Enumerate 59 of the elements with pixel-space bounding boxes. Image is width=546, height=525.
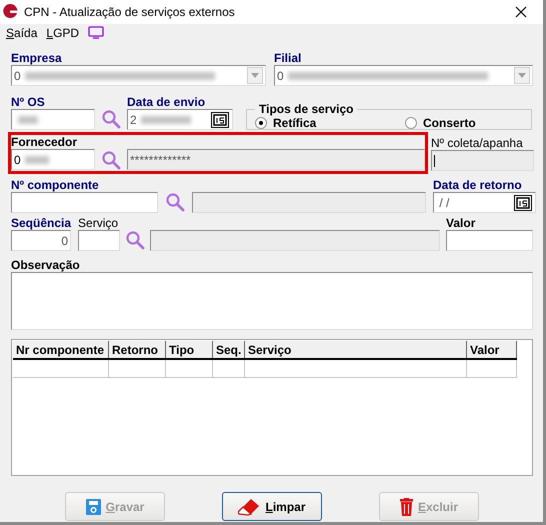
blurred-text bbox=[18, 116, 38, 124]
search-icon[interactable] bbox=[165, 192, 185, 212]
column-header[interactable]: Serviço bbox=[245, 341, 467, 358]
input-field[interactable] bbox=[11, 192, 158, 213]
column-header[interactable]: Tipo bbox=[166, 341, 213, 358]
field-label: Data de retorno bbox=[433, 178, 523, 192]
column-header[interactable]: Seq. bbox=[213, 341, 245, 358]
field-label: Empresa bbox=[11, 51, 63, 65]
supplier-name: ************* bbox=[130, 152, 191, 168]
search-icon[interactable] bbox=[101, 150, 121, 170]
input-field[interactable]: 2 bbox=[127, 109, 233, 130]
input-field[interactable]: / / bbox=[433, 192, 536, 213]
field-label: Nº componente bbox=[11, 178, 100, 192]
radio-button[interactable] bbox=[255, 116, 267, 128]
search-icon[interactable] bbox=[125, 230, 146, 250]
field-label: Filial bbox=[274, 51, 302, 65]
input-field[interactable] bbox=[192, 192, 426, 213]
trash-icon bbox=[400, 498, 413, 516]
calendar-icon bbox=[213, 114, 227, 126]
blurred-text bbox=[24, 156, 49, 164]
group-title: Tipos de serviço bbox=[259, 102, 354, 116]
radio-option[interactable]: Conserto bbox=[405, 114, 476, 132]
field-label: Nº OS bbox=[11, 95, 46, 109]
search-icon[interactable] bbox=[101, 109, 121, 129]
input-field[interactable] bbox=[431, 150, 534, 171]
window-title: CPN - Atualização de serviços externos bbox=[24, 4, 235, 21]
calendar-button[interactable] bbox=[514, 194, 532, 210]
field-label: Data de envio bbox=[127, 95, 206, 109]
caret-icon bbox=[251, 73, 259, 78]
input-field[interactable]: 0 bbox=[11, 230, 71, 251]
input-field[interactable] bbox=[150, 230, 440, 251]
input-field[interactable] bbox=[11, 109, 95, 130]
caret-icon bbox=[518, 73, 526, 78]
column-header[interactable]: Nr componente bbox=[13, 341, 109, 358]
close-icon[interactable] bbox=[515, 6, 527, 18]
field-label: Nº coleta/apanha bbox=[431, 136, 524, 150]
action-button[interactable]: Limpar bbox=[222, 492, 322, 521]
input-field[interactable]: 0 bbox=[11, 149, 95, 170]
dropdown[interactable]: 0 bbox=[11, 65, 266, 86]
calendar-button[interactable] bbox=[211, 112, 229, 128]
eraser-icon bbox=[238, 498, 260, 516]
field-label: Serviço bbox=[78, 216, 120, 230]
field-label: Valor bbox=[446, 216, 476, 230]
column-header[interactable]: Retorno bbox=[109, 341, 166, 358]
column-header[interactable]: Valor bbox=[467, 341, 517, 358]
input-field[interactable] bbox=[78, 230, 120, 251]
field-label: Fornecedor bbox=[11, 135, 78, 149]
monitor-icon[interactable] bbox=[88, 26, 104, 39]
radio-button[interactable] bbox=[405, 116, 417, 128]
input-field[interactable] bbox=[446, 230, 534, 251]
calendar-icon bbox=[516, 196, 530, 208]
field-label: Observação bbox=[11, 258, 81, 272]
input-field[interactable]: ************* bbox=[127, 149, 425, 170]
blurred-text bbox=[140, 116, 191, 124]
field-label: Seqüência bbox=[11, 216, 72, 230]
dropdown[interactable]: 0 bbox=[274, 65, 533, 86]
menu-item[interactable]: Saída bbox=[6, 24, 38, 42]
app-logo-icon bbox=[2, 4, 18, 20]
menu-item[interactable]: LGPD bbox=[46, 24, 80, 42]
